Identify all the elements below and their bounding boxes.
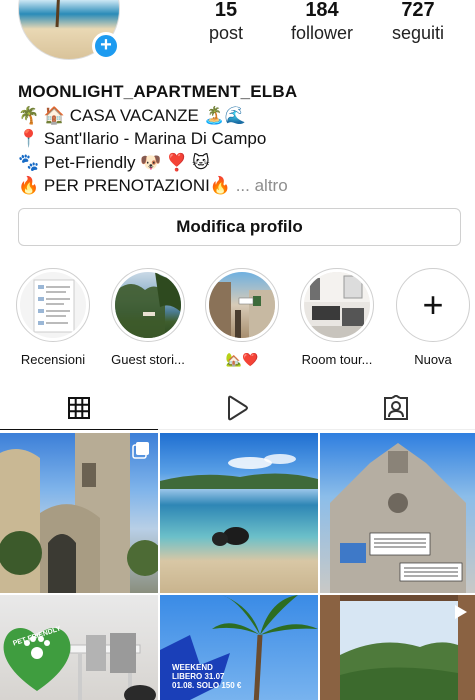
room-cover-graphic (304, 272, 370, 338)
stat-followers[interactable]: 184 follower (274, 0, 370, 44)
palm-tree-graphic (55, 0, 60, 28)
plus-icon[interactable]: + (92, 32, 120, 60)
highlight-reviews[interactable]: Recensioni (8, 268, 98, 368)
edit-profile-button[interactable]: Modifica profilo (18, 208, 461, 246)
profile-stats: 15 post 184 follower 727 seguiti (178, 0, 468, 44)
highlight-cover (115, 272, 181, 338)
bio-line: 🌴 🏠 CASA VACANZE 🏝️🌊 (18, 105, 246, 125)
post-tile[interactable] (0, 433, 158, 593)
highlight-cover (304, 272, 370, 338)
beach-photo (160, 454, 318, 546)
bio-line-with-more: 🔥 PER PRENOTAZIONI🔥 ... altro (18, 174, 458, 198)
street-cover-graphic (209, 282, 275, 338)
highlight-ring (16, 268, 90, 342)
post-tile[interactable] (320, 595, 475, 700)
reel-badge-icon (455, 605, 467, 619)
stat-following[interactable]: 727 seguiti (370, 0, 466, 44)
reviews-cover-graphic (33, 279, 75, 333)
highlight-home[interactable]: 🏡❤️ (197, 268, 287, 368)
highlight-label: Guest stori... (111, 352, 185, 367)
highlight-guest-stories[interactable]: Guest stori... (103, 268, 193, 368)
profile-avatar[interactable]: + (18, 0, 120, 60)
highlight-ring (205, 268, 279, 342)
highlight-cover (20, 272, 86, 338)
trees-cover-graphic (115, 272, 181, 338)
highlight-label: 🏡❤️ (225, 352, 259, 367)
highlight-ring (300, 268, 374, 342)
stat-posts[interactable]: 15 post (178, 0, 274, 44)
profile-tabs (0, 386, 475, 430)
church-photo (330, 443, 466, 593)
bio-line: 🐾 Pet-Friendly 🐶 ❣️ 🐱 (18, 152, 210, 172)
highlight-ring: + (396, 268, 470, 342)
stat-label: seguiti (391, 23, 445, 43)
stat-value: 727 (401, 0, 435, 21)
highlight-new[interactable]: + Nuova (388, 268, 475, 368)
stat-label: follower (290, 23, 354, 43)
stat-value: 184 (305, 0, 339, 21)
highlight-ring (111, 268, 185, 342)
more-link[interactable]: ... altro (231, 176, 288, 195)
post-tile[interactable]: WEEKEND LIBERO 31.07 01.08. SOLO 150 € (160, 595, 318, 700)
grid-icon (68, 396, 91, 419)
dining-photo (3, 628, 156, 700)
post-tile[interactable] (320, 433, 475, 593)
reels-icon (228, 395, 249, 420)
highlight-cover (209, 272, 275, 338)
tagged-icon (383, 394, 408, 420)
stat-label: post (208, 23, 244, 43)
highlight-label: Room tour... (301, 352, 373, 367)
posts-grid: PET FRIENDLY WEEKEND LIBERO 31.07 01.08.… (0, 433, 475, 700)
highlight-label: Nuova (414, 352, 452, 367)
username: MOONLIGHT_APARTMENT_ELBA (18, 82, 298, 101)
plus-icon: + (422, 284, 444, 325)
carousel-icon (132, 442, 149, 459)
tab-grid[interactable] (0, 386, 159, 430)
tab-tagged[interactable] (317, 386, 475, 429)
post-tile[interactable] (160, 433, 318, 593)
tab-reels[interactable] (158, 386, 316, 429)
profile-bio: MOONLIGHT_APARTMENT_ELBA 🌴 🏠 CASA VACANZ… (18, 80, 458, 198)
highlight-label: Recensioni (20, 352, 86, 367)
bio-line: 📍 Sant'Ilario - Marina Di Campo (18, 129, 267, 148)
post-tile[interactable]: PET FRIENDLY (0, 595, 158, 700)
highlight-room-tour[interactable]: Room tour... (292, 268, 382, 368)
promo-overlay-text: WEEKEND LIBERO 31.07 01.08. SOLO 150 € (172, 663, 242, 690)
bio-line: 🔥 PER PRENOTAZIONI🔥 (18, 176, 231, 195)
story-highlights: Recensioni Guest stori... 🏡❤️ Room tour.… (0, 268, 475, 368)
stat-value: 15 (214, 0, 238, 21)
